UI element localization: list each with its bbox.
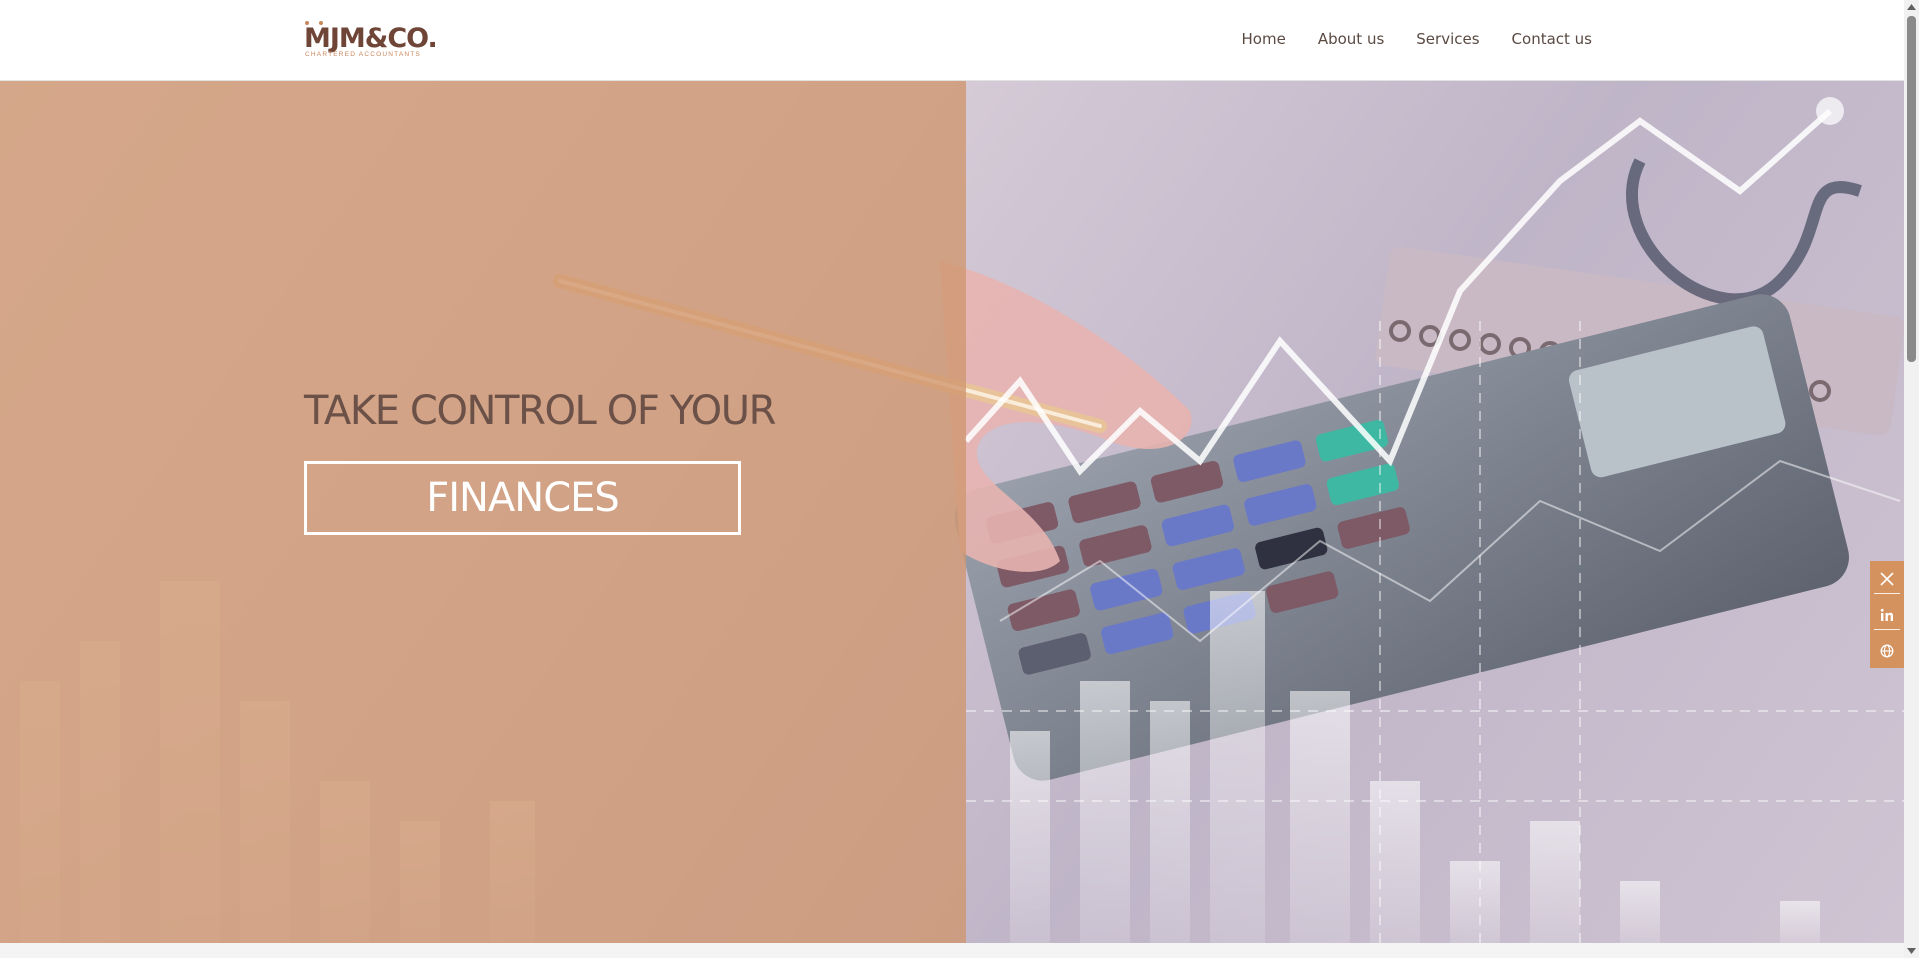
site-header: MJM&CO. CHARTERED ACCOUNTANTS Home About… (0, 0, 1904, 81)
brand-name: MJM&CO. (304, 23, 438, 54)
section-divider (0, 943, 1904, 958)
scroll-down-arrow-icon[interactable] (1904, 944, 1919, 958)
brand-logo[interactable]: MJM&CO. CHARTERED ACCOUNTANTS (304, 21, 438, 61)
main-nav: Home About us Services Contact us (1242, 28, 1592, 50)
x-twitter-icon (1880, 571, 1894, 586)
hero-text-block: TAKE CONTROL OF YOUR FINANCES (304, 387, 776, 535)
hero-highlight-box: FINANCES (304, 461, 741, 535)
linkedin-button[interactable] (1874, 601, 1900, 630)
hero-headline: TAKE CONTROL OF YOUR (304, 388, 776, 434)
page: MJM&CO. CHARTERED ACCOUNTANTS Home About… (0, 0, 1904, 958)
social-share-rail (1870, 561, 1904, 668)
hero-banner: TAKE CONTROL OF YOUR FINANCES (0, 81, 1904, 943)
page-scrollbar[interactable] (1904, 0, 1919, 958)
x-twitter-button[interactable] (1874, 565, 1900, 594)
scroll-up-arrow-icon[interactable] (1904, 0, 1919, 14)
nav-item-home[interactable]: Home (1242, 28, 1286, 50)
nav-item-contact-us[interactable]: Contact us (1512, 28, 1592, 50)
brand-tagline: CHARTERED ACCOUNTANTS (305, 51, 421, 58)
linkedin-icon (1880, 608, 1893, 621)
scrollbar-thumb[interactable] (1907, 16, 1916, 362)
website-button[interactable] (1874, 637, 1900, 665)
nav-item-services[interactable]: Services (1416, 28, 1479, 50)
hero-highlight-text: FINANCES (426, 475, 620, 521)
nav-item-about-us[interactable]: About us (1318, 28, 1384, 50)
globe-icon (1880, 644, 1894, 657)
